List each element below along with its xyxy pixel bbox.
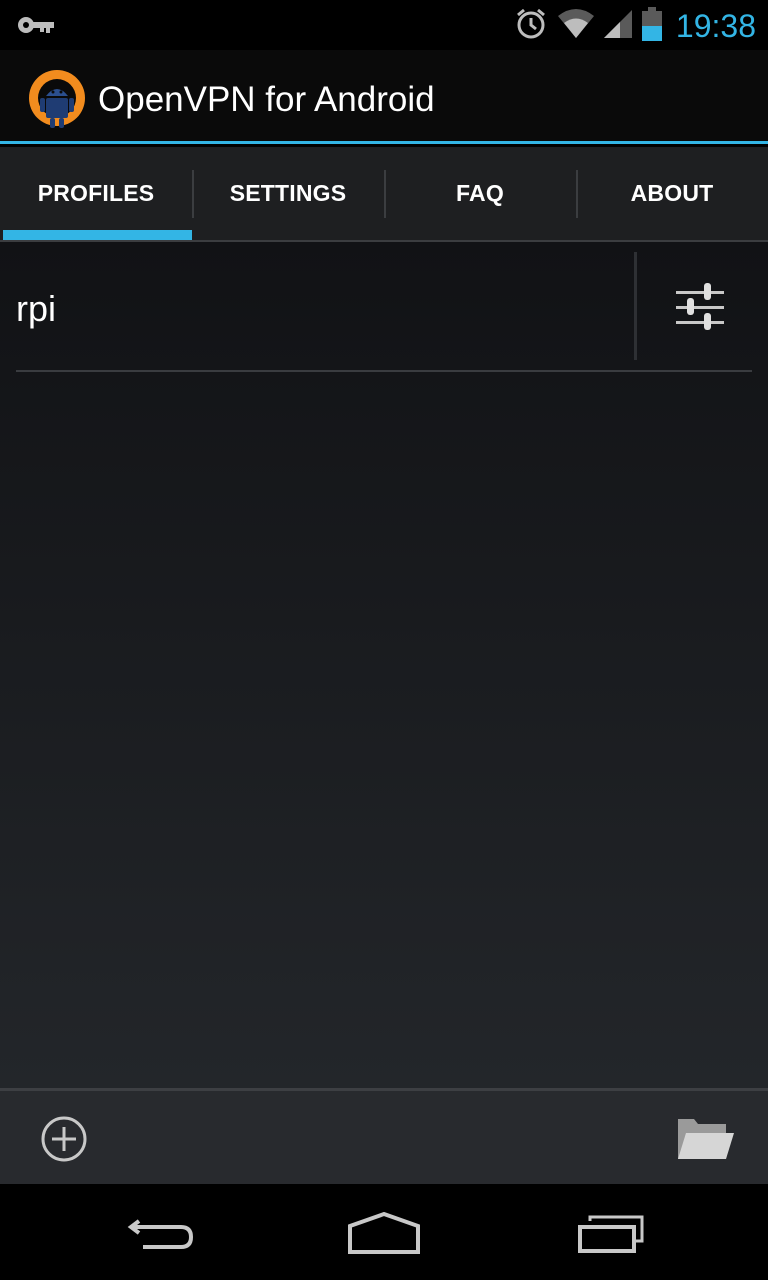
battery-icon bbox=[641, 6, 662, 46]
recent-apps-button[interactable] bbox=[570, 1208, 650, 1258]
home-icon bbox=[348, 1212, 420, 1254]
profile-list: rpi bbox=[0, 242, 768, 1088]
import-profile-button[interactable] bbox=[672, 1111, 736, 1167]
app-title: OpenVPN for Android bbox=[98, 80, 435, 119]
sliders-icon bbox=[676, 283, 724, 330]
status-bar: 19:38 bbox=[0, 0, 768, 50]
add-circle-icon bbox=[41, 1116, 87, 1162]
tab-bar: PROFILES SETTINGS FAQ ABOUT bbox=[0, 147, 768, 242]
tab-about[interactable]: ABOUT bbox=[576, 147, 768, 240]
edit-profile-button[interactable] bbox=[656, 262, 744, 352]
system-nav-bar bbox=[0, 1184, 768, 1280]
tab-profiles[interactable]: PROFILES bbox=[0, 147, 192, 240]
list-item[interactable]: rpi bbox=[16, 252, 752, 372]
tab-settings[interactable]: SETTINGS bbox=[192, 147, 384, 240]
wifi-icon bbox=[556, 8, 596, 45]
openvpn-logo-icon bbox=[26, 68, 88, 130]
bottom-action-bar bbox=[0, 1088, 768, 1184]
back-button[interactable] bbox=[120, 1208, 200, 1258]
clock: 19:38 bbox=[675, 7, 756, 44]
recent-apps-icon bbox=[578, 1215, 644, 1253]
alarm-icon bbox=[514, 7, 548, 46]
add-profile-button[interactable] bbox=[38, 1113, 90, 1165]
profile-name[interactable]: rpi bbox=[16, 288, 56, 330]
folder-open-icon bbox=[678, 1119, 734, 1159]
home-button[interactable] bbox=[344, 1208, 424, 1258]
vpn-key-icon bbox=[16, 12, 56, 43]
divider bbox=[634, 252, 637, 360]
tab-faq[interactable]: FAQ bbox=[384, 147, 576, 240]
action-bar: OpenVPN for Android bbox=[0, 50, 768, 144]
back-icon bbox=[127, 1219, 194, 1249]
signal-icon bbox=[603, 8, 634, 45]
